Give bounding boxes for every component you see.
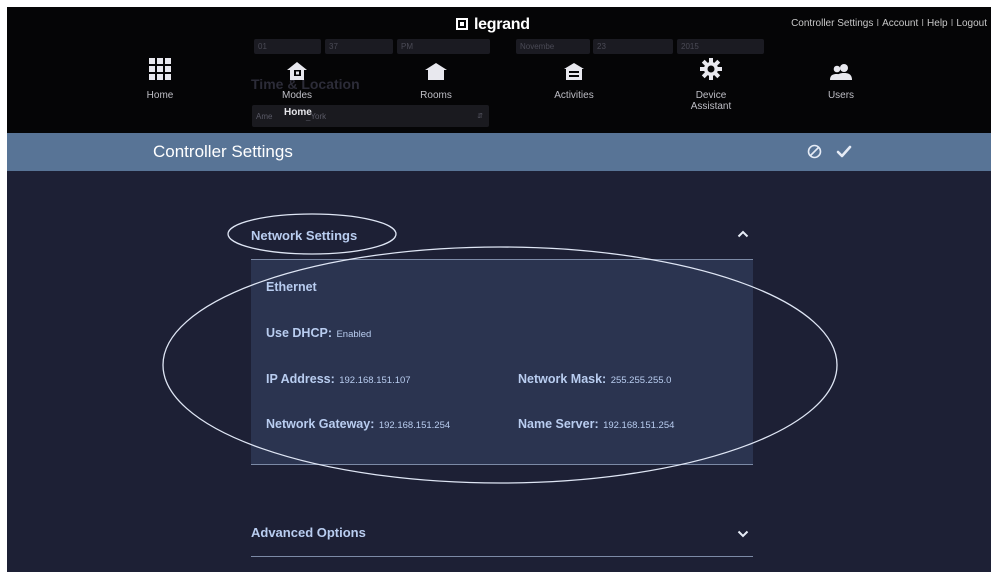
annotation-ellipse-title <box>227 213 397 255</box>
app-window: legrand Controller Settings I Account I Help… <box>7 7 991 572</box>
annotation-overlay <box>162 213 838 484</box>
annotation-ellipse-panel <box>162 246 838 484</box>
